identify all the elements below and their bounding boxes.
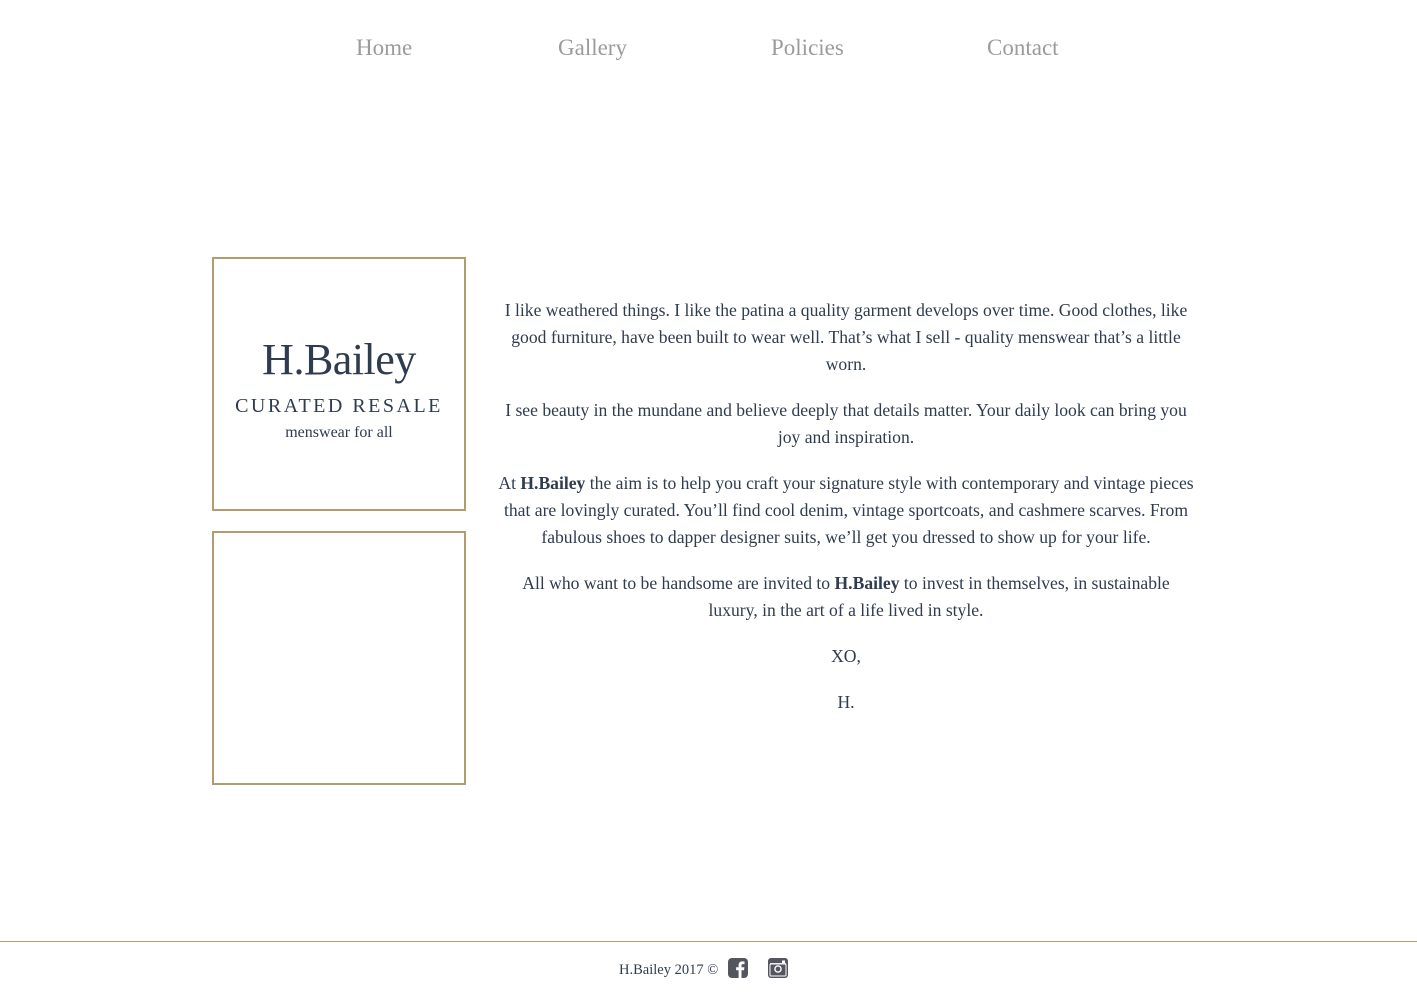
signoff: XO,	[831, 646, 861, 666]
footer: H.Bailey 2017 ©	[619, 955, 789, 981]
copyright-text: H.Bailey 2017 ©	[619, 961, 719, 978]
paragraph-text: All who want to be handsome are invited …	[522, 573, 835, 593]
instagram-icon[interactable]	[768, 958, 789, 978]
nav-gallery-link[interactable]: Gallery	[558, 30, 627, 66]
main-nav: Home Gallery Policies Contact	[0, 30, 1417, 66]
nav-contact-link[interactable]: Contact	[987, 30, 1059, 66]
page: Home Gallery Policies Contact H.Bailey C…	[0, 0, 1417, 997]
paragraph-text: the aim is to help you craft your signat…	[503, 473, 1194, 547]
logo-box: H.Bailey CURATED RESALE menswear for all	[212, 257, 466, 511]
signature: H.	[837, 692, 855, 712]
about-paragraph-3: At H.Bailey the aim is to help you craft…	[496, 470, 1196, 551]
about-text: I like weathered things. I like the pati…	[496, 297, 1196, 735]
brand-name-bold: H.Bailey	[520, 473, 586, 493]
brand-name-bold: H.Bailey	[834, 573, 900, 593]
nav-policies-link[interactable]: Policies	[771, 30, 844, 66]
about-paragraph-4: All who want to be handsome are invited …	[496, 570, 1196, 624]
brand-subtitle: CURATED RESALE	[235, 395, 443, 417]
brand-title: H.Bailey	[262, 335, 416, 384]
about-paragraph-1: I like weathered things. I like the pati…	[504, 300, 1188, 374]
paragraph-text: At	[498, 473, 521, 493]
about-paragraph-2: I see beauty in the mundane and believe …	[505, 400, 1187, 447]
photo-frame	[212, 531, 466, 785]
nav-home-link[interactable]: Home	[356, 30, 412, 66]
brand-tagline: menswear for all	[285, 424, 393, 441]
footer-divider	[0, 941, 1417, 942]
facebook-icon[interactable]	[728, 958, 749, 978]
